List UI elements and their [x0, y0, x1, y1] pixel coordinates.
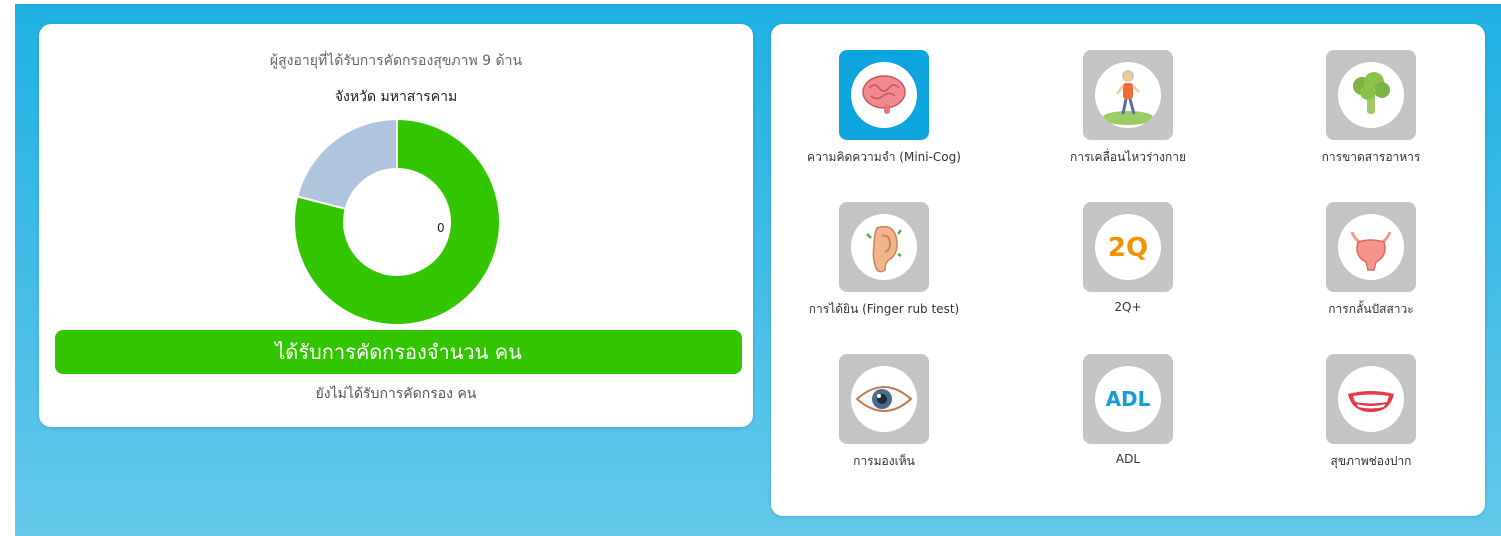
menu-tile-mini-cog[interactable]: ความคิดความจำ (Mini-Cog) — [793, 50, 973, 190]
tile-icon-box — [839, 354, 929, 444]
tile-label: การเคลื่อนไหวร่างกาย — [1069, 150, 1187, 164]
tile-label: 2Q+ — [1114, 300, 1142, 314]
elderly-walking-icon — [1095, 62, 1161, 128]
screened-count-banner: ได้รับการคัดกรองจำนวน คน — [55, 330, 742, 374]
bladder-icon — [1338, 214, 1404, 280]
tile-icon-box: 2Q — [1083, 202, 1173, 292]
menu-tile-hearing[interactable]: การได้ยิน (Finger rub test) — [793, 202, 973, 342]
eye-icon — [851, 366, 917, 432]
menu-tile-nutrition[interactable]: การขาดสารอาหาร — [1280, 50, 1460, 190]
adl-icon: ADL — [1095, 366, 1161, 432]
tile-icon-box — [1326, 50, 1416, 140]
screening-donut-chart — [293, 117, 501, 326]
screening-menu-card: ความคิดความจำ (Mini-Cog) การเคลื่อนไหวร่… — [771, 24, 1485, 516]
mouth-icon — [1338, 366, 1404, 432]
summary-title: ผู้สูงอายุที่ได้รับการคัดกรองสุขภาพ 9 ด้… — [269, 53, 523, 69]
menu-tile-2q[interactable]: 2Q 2Q+ — [1037, 202, 1217, 342]
2q-icon-text: 2Q — [1108, 233, 1148, 263]
menu-tile-vision[interactable]: การมองเห็น — [793, 354, 973, 494]
brain-icon — [851, 62, 917, 128]
tile-icon-box — [1326, 354, 1416, 444]
not-screened-slice[interactable] — [296, 117, 398, 211]
tile-icon-box — [1326, 202, 1416, 292]
tile-icon-box: ADL — [1083, 354, 1173, 444]
not-screened-count: ยังไม่ได้รับการคัดกรอง คน — [315, 386, 477, 402]
ear-icon — [851, 214, 917, 280]
tile-label: การได้ยิน (Finger rub test) — [808, 302, 960, 316]
screening-summary-card: ผู้สูงอายุที่ได้รับการคัดกรองสุขภาพ 9 ด้… — [39, 24, 753, 427]
tile-icon-box — [1083, 50, 1173, 140]
menu-tile-oral-health[interactable]: สุขภาพช่องปาก — [1280, 354, 1460, 494]
menu-tile-adl[interactable]: ADL ADL — [1037, 354, 1217, 494]
tile-icon-box — [839, 50, 929, 140]
broccoli-icon — [1338, 62, 1404, 128]
tile-label: สุขภาพช่องปาก — [1330, 454, 1412, 468]
tile-label: การขาดสารอาหาร — [1321, 150, 1421, 164]
province-label: จังหวัด มหาสารคาม — [334, 89, 458, 105]
tile-label: การกลั้นปัสสาวะ — [1328, 302, 1414, 316]
tile-label: ADL — [1115, 452, 1141, 466]
tile-label: ความคิดความจำ (Mini-Cog) — [807, 150, 961, 164]
tile-label: การมองเห็น — [853, 454, 915, 468]
menu-tile-urinary[interactable]: การกลั้นปัสสาวะ — [1280, 202, 1460, 342]
2q-icon: 2Q — [1095, 214, 1161, 280]
donut-center-value: 0 — [437, 221, 445, 235]
adl-icon-text: ADL — [1106, 387, 1151, 411]
tile-icon-box — [839, 202, 929, 292]
menu-tile-mobility[interactable]: การเคลื่อนไหวร่างกาย — [1037, 50, 1217, 190]
